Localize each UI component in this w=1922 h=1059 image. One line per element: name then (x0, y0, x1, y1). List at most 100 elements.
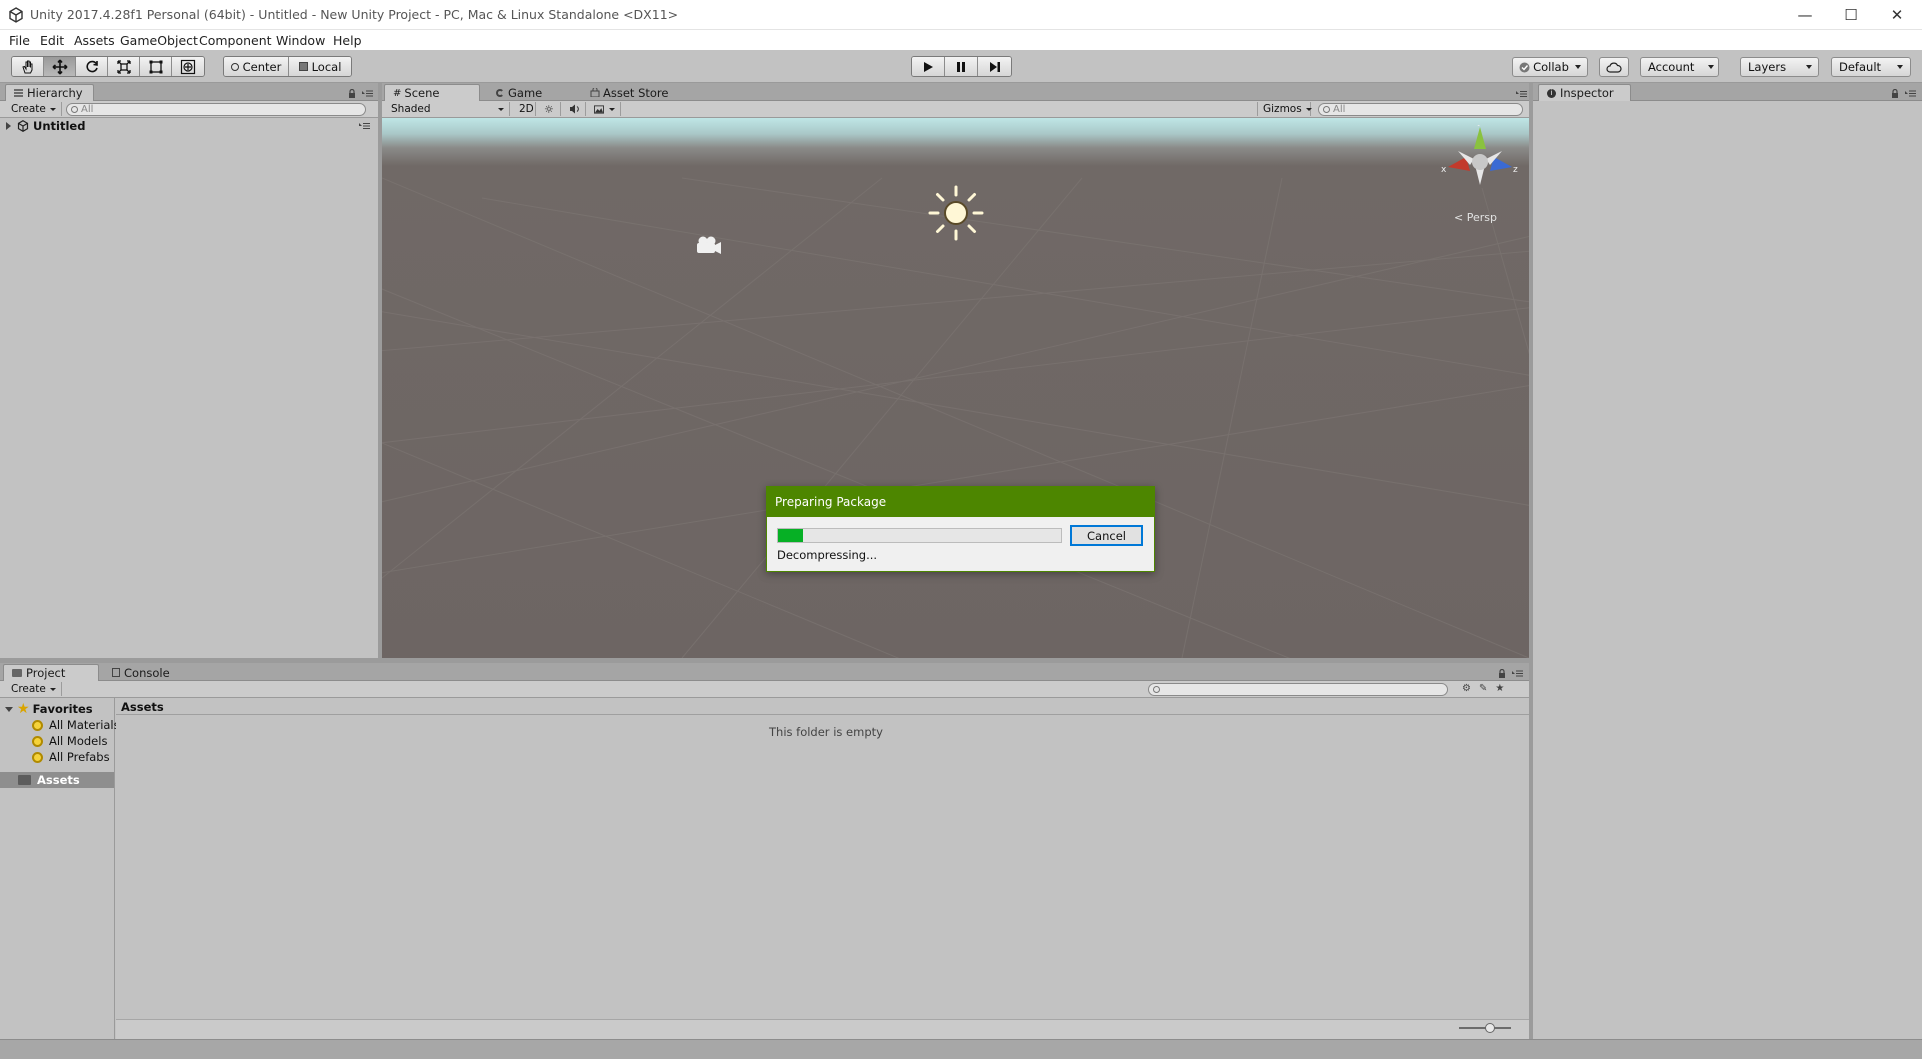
progress-bar (777, 528, 1062, 543)
directional-light-icon[interactable] (926, 183, 986, 243)
close-button[interactable]: ✕ (1874, 0, 1920, 30)
play-icon (924, 61, 933, 72)
tab-asset-store[interactable]: Asset Store (582, 84, 679, 101)
project-create-button[interactable]: Create (6, 682, 62, 696)
effects-caret-icon (609, 107, 615, 111)
dialog-status: Decompressing... (777, 548, 878, 562)
local-cube-icon (298, 62, 308, 71)
speaker-icon (570, 104, 579, 114)
scale-tool-button[interactable] (108, 57, 140, 76)
tab-game[interactable]: Game (488, 84, 552, 101)
project-breadcrumb[interactable]: Assets (116, 698, 1529, 715)
scene-search-input[interactable]: All (1318, 103, 1523, 116)
hierarchy-search-input[interactable]: All (66, 103, 366, 116)
scene-viewport[interactable]: y x z < Persp (382, 118, 1529, 658)
account-dropdown[interactable]: Account (1640, 57, 1719, 77)
icon-size-slider-thumb[interactable] (1485, 1023, 1495, 1033)
title-bar: Unity 2017.4.28f1 Personal (64bit) - Unt… (0, 0, 1922, 30)
toggle-2d-button[interactable]: 2D (514, 102, 536, 116)
collab-caret-icon (1574, 65, 1581, 69)
transform-all-tool-button[interactable] (172, 57, 204, 76)
move-tool-button[interactable] (44, 57, 76, 76)
step-button[interactable] (978, 57, 1011, 76)
menu-window[interactable]: Window (276, 33, 325, 48)
draw-mode-dropdown[interactable]: Shaded (386, 102, 510, 116)
menu-help[interactable]: Help (333, 33, 362, 48)
layout-dropdown[interactable]: Default (1831, 57, 1911, 77)
inspector-panel: i Inspector (1533, 83, 1922, 1039)
preparing-package-dialog: Preparing Package Cancel Decompressing..… (766, 486, 1155, 572)
projection-toggle[interactable]: < Persp (1454, 211, 1497, 224)
tab-asset-store-label: Asset Store (603, 85, 669, 100)
info-icon: i (1547, 88, 1556, 98)
favorites-star-icon[interactable]: ★ (1495, 683, 1504, 696)
scene-name: Untitled (33, 119, 86, 133)
menu-edit[interactable]: Edit (40, 33, 64, 48)
search-by-label-icon[interactable]: ✎ (1479, 683, 1487, 696)
gizmos-dropdown[interactable]: Gizmos (1257, 102, 1312, 116)
tab-console[interactable]: Console (104, 664, 180, 681)
scene-lighting-toggle[interactable]: ☼ (539, 102, 561, 116)
scene-effects-dropdown[interactable] (589, 102, 621, 116)
project-search-input[interactable] (1148, 683, 1448, 696)
assets-root-label: Assets (37, 773, 80, 787)
project-filter-buttons: ⚙ ✎ ★ (1462, 683, 1522, 696)
favorite-all-prefabs[interactable]: All Prefabs (32, 749, 110, 765)
rotate-tool-button[interactable] (76, 57, 108, 76)
cancel-button[interactable]: Cancel (1070, 525, 1143, 546)
expand-arrow-icon[interactable] (6, 122, 11, 130)
inspector-menu-icon[interactable] (1905, 90, 1916, 97)
favorite-all-models[interactable]: All Models (32, 733, 107, 749)
layers-dropdown[interactable]: Layers (1740, 57, 1819, 77)
project-menu-icon[interactable] (1512, 670, 1523, 677)
favorites-row[interactable]: ★ Favorites (5, 701, 93, 717)
panel-menu-icon[interactable] (362, 90, 373, 97)
favorite-all-materials[interactable]: All Materials (32, 717, 120, 733)
minimize-button[interactable]: — (1782, 0, 1828, 30)
pacman-icon (496, 88, 504, 97)
rect-tool-button[interactable] (140, 57, 172, 76)
step-icon (989, 61, 1000, 72)
camera-gizmo-icon[interactable] (692, 234, 724, 258)
tab-inspector[interactable]: i Inspector (1538, 84, 1631, 101)
draw-mode-caret-icon (498, 107, 504, 111)
inspector-lock-icon[interactable] (1891, 89, 1899, 98)
hand-icon (21, 60, 32, 73)
pivot-local-label: Local (311, 59, 342, 74)
pause-button[interactable] (945, 57, 978, 76)
maximize-button[interactable]: ☐ (1828, 0, 1874, 30)
scene-panel-menu-icon[interactable] (1516, 91, 1527, 97)
play-button[interactable] (912, 57, 945, 76)
scene-options-icon[interactable] (359, 123, 370, 129)
tab-hierarchy[interactable]: Hierarchy (5, 84, 94, 101)
assets-root-row[interactable]: Assets (0, 772, 114, 788)
tab-project[interactable]: Project (3, 664, 99, 681)
orientation-gizmo[interactable]: y x z (1440, 125, 1520, 195)
hand-tool-button[interactable] (12, 57, 44, 76)
tab-scene-label: Scene (404, 86, 440, 100)
menu-file[interactable]: File (9, 33, 30, 48)
menu-assets[interactable]: Assets (74, 33, 115, 48)
lock-icon[interactable] (348, 89, 356, 98)
favorites-expand-icon[interactable] (5, 706, 13, 712)
toggle-2d-label: 2D (519, 103, 534, 115)
scene-tabstrip: # Scene Game Asset Store (382, 83, 1529, 101)
menu-gameobject[interactable]: GameObject (120, 33, 198, 48)
tab-scene[interactable]: # Scene (384, 84, 480, 101)
saved-search-icon (32, 751, 43, 763)
cloud-button[interactable] (1599, 57, 1629, 77)
hierarchy-create-button[interactable]: Create (6, 102, 62, 116)
project-lock-icon[interactable] (1498, 669, 1506, 678)
scene-search-icon (1323, 106, 1330, 113)
scene-root-row[interactable]: Untitled (6, 118, 376, 134)
pivot-center-button[interactable]: Center (224, 57, 289, 76)
move-arrows-icon (52, 59, 67, 74)
menu-component[interactable]: Component (199, 33, 272, 48)
collab-dropdown[interactable]: Collab (1512, 57, 1588, 77)
project-footer (116, 1019, 1529, 1039)
window-title: Unity 2017.4.28f1 Personal (64bit) - Unt… (30, 7, 679, 22)
favorite-all-prefabs-label: All Prefabs (49, 750, 110, 764)
search-by-type-icon[interactable]: ⚙ (1462, 683, 1471, 696)
pivot-local-button[interactable]: Local (289, 57, 351, 76)
scene-audio-toggle[interactable] (564, 102, 586, 116)
